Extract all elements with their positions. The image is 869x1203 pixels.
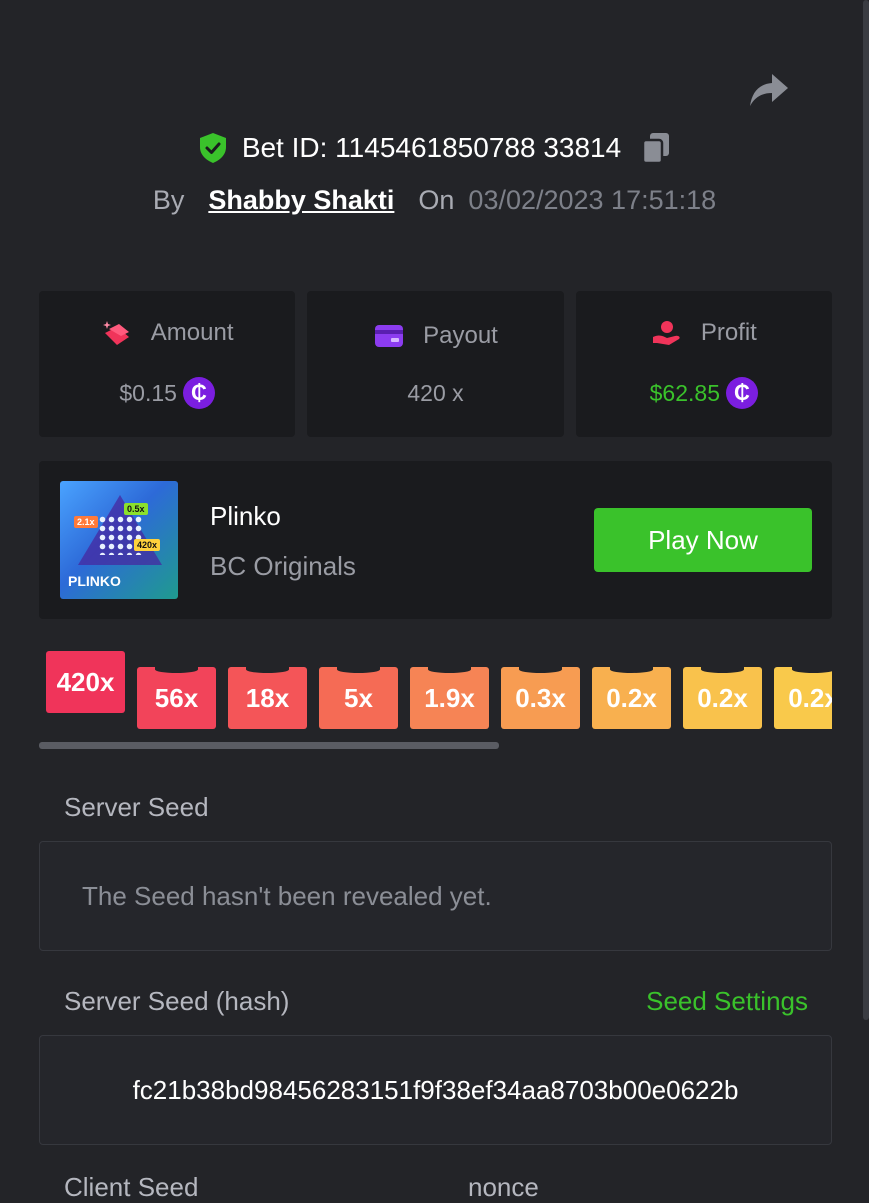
multiplier-chip: 1.9x [410,666,489,729]
profit-card: Profit $62.85 ₵ [575,291,832,437]
thumb-tag: 2.1x [74,516,98,528]
amount-card: Amount $0.15 ₵ [39,291,296,437]
coin-icon: ₵ [726,377,758,409]
multiplier-chip: 18x [228,666,307,729]
thumb-tag: 420x [134,539,161,551]
multiplier-chip: 56x [137,666,216,729]
bet-meta-row: By Shabby Shakti On 03/02/2023 17:51:18 [0,180,869,220]
multiplier-chip: 0.2x [683,666,762,729]
play-now-button[interactable]: Play Now [594,508,812,572]
server-seed-value: The Seed hasn't been revealed yet. [82,880,492,911]
on-label: On [418,184,455,215]
multiplier-chip: 0.3x [501,666,580,729]
payout-card: Payout 420 x [307,291,564,437]
bet-id: Bet ID: 1145461850788 33814 [241,132,622,163]
payout-label: Payout [423,321,498,349]
client-seed-label: Client Seed [64,1172,199,1202]
server-hash-label: Server Seed (hash) [64,986,290,1016]
multiplier-chip: 420x [46,651,125,713]
payout-value: 420 x [407,379,464,406]
nonce-label: nonce [468,1172,539,1202]
share-icon[interactable] [748,70,790,110]
multiplier-scrollbar[interactable] [39,742,499,749]
verified-shield-icon [199,133,226,163]
seed-settings-link[interactable]: Seed Settings [646,986,808,1017]
multiplier-row[interactable]: 420x 56x 18x 5x 1.9x 0.3x 0.2x 0.2x 0.2x [39,644,832,744]
bet-stats: Amount $0.15 ₵ Payout 420 x Profit $62.8… [39,291,832,437]
server-seed-box: The Seed hasn't been revealed yet. [39,841,832,951]
hand-profit-icon [652,321,680,345]
profit-value: $62.85 [649,379,720,406]
multiplier-chip: 0.2x [774,666,832,729]
game-card: 2.1x 0.5x 420x PLINKO Plinko BC Original… [39,461,832,619]
profit-label: Profit [700,319,757,346]
bet-datetime: 03/02/2023 17:51:18 [468,184,717,215]
by-label: By [152,184,185,215]
username-link[interactable]: Shabby Shakti [208,185,394,216]
multiplier-chip: 5x [319,666,398,729]
game-provider: BC Originals [210,551,356,581]
plinko-thumbnail[interactable]: 2.1x 0.5x 420x PLINKO [60,481,178,599]
copy-icon[interactable] [641,131,671,165]
server-seed-label: Server Seed [64,792,209,822]
game-title: Plinko [210,501,281,531]
money-stack-icon [102,321,129,345]
thumb-tag: 0.5x [124,503,148,515]
coin-icon: ₵ [182,377,215,409]
amount-value: $0.15 [119,379,177,406]
card-icon [375,324,404,347]
thumb-title: PLINKO [68,573,121,589]
server-hash-value: fc21b38bd98456283151f9f38ef34aa8703b00e0… [132,1074,739,1105]
server-hash-box: fc21b38bd98456283151f9f38ef34aa8703b00e0… [39,1035,832,1145]
amount-label: Amount [150,319,234,346]
multiplier-chip: 0.2x [592,666,671,729]
bet-id-row: Bet ID: 1145461850788 33814 [0,128,869,168]
